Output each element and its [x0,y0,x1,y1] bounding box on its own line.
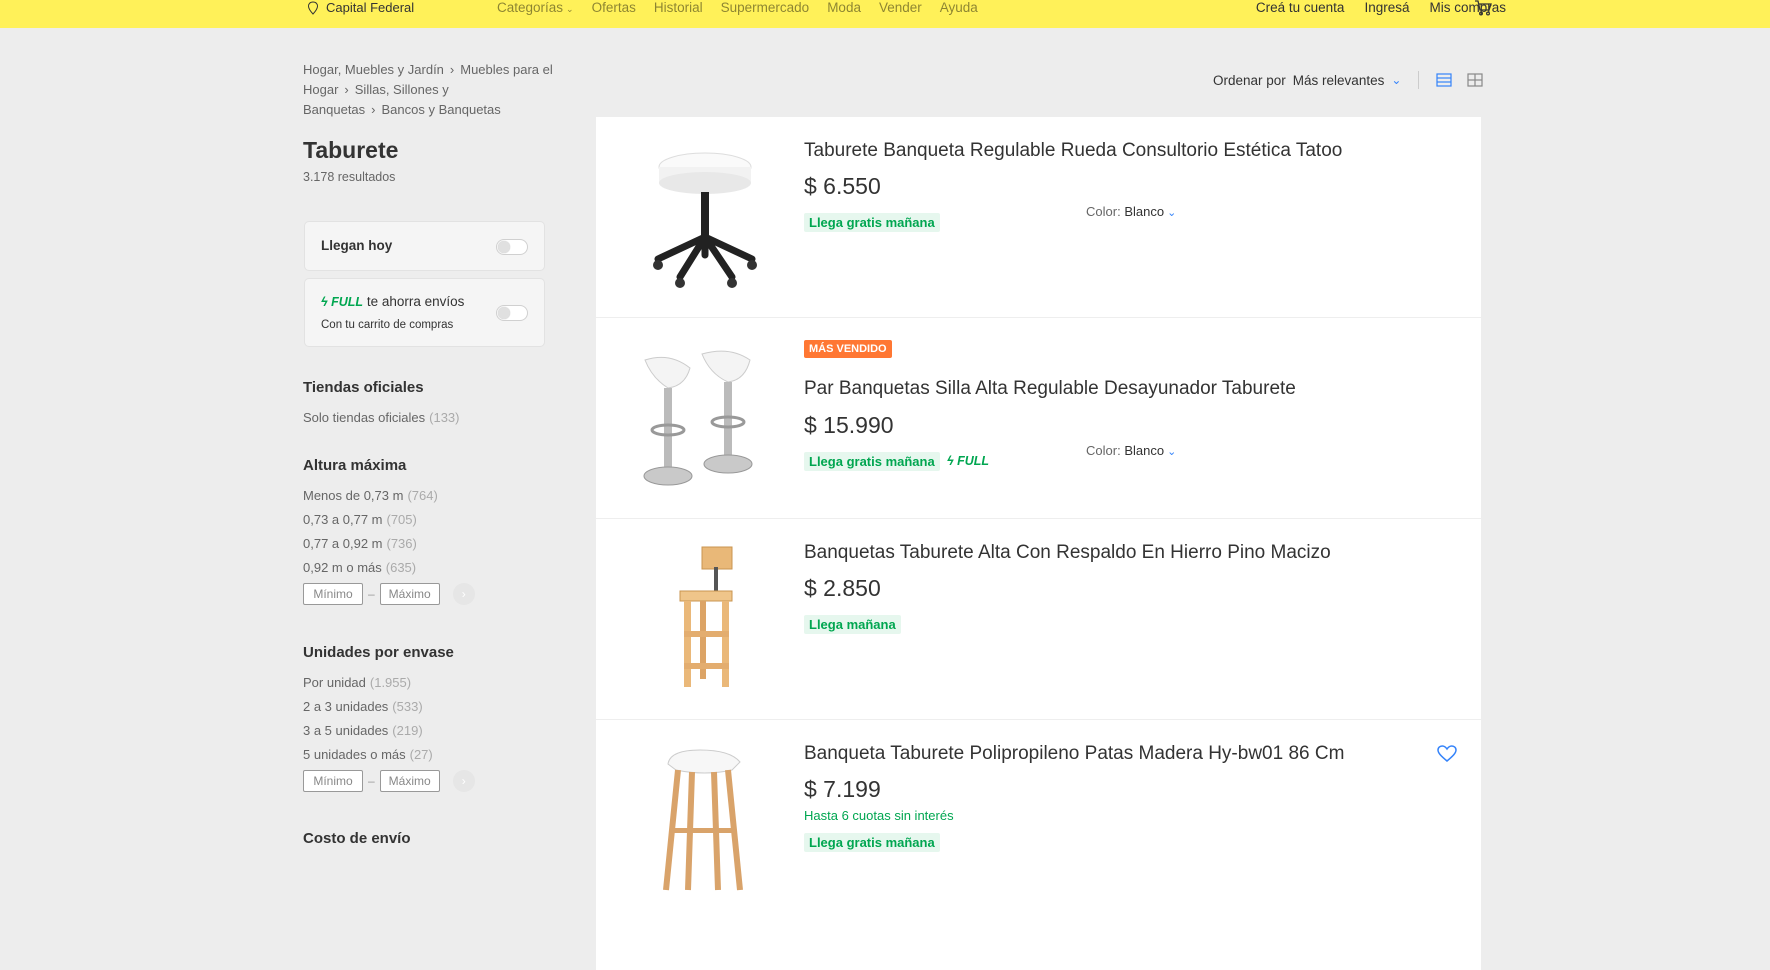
lightning-icon: ϟ [947,454,954,468]
top-header: Capital Federal Categorías ⌄ Ofertas Hist… [0,0,1770,28]
product-price: $ 2.850 [804,575,881,601]
stool-image[interactable] [640,137,770,297]
product-price: $ 15.990 [804,412,894,438]
full-badge: ϟ FULL [321,295,364,309]
chevron-down-icon: ⌄ [1167,446,1177,458]
product-title[interactable]: Banqueta Taburete Polipropileno Patas Ma… [804,743,1344,765]
cart-icon[interactable] [1474,0,1492,16]
color-variant[interactable]: Color: Blanco ⌄ [1086,204,1176,219]
chevron-down-icon: ⌄ [1167,207,1177,219]
filter-title-envio: Costo de envío [303,830,411,847]
grid-view-icon[interactable] [1467,73,1484,87]
product-card[interactable]: MÁS VENDIDO Par Banquetas Silla Alta Reg… [596,318,1481,519]
shipping-tag: Llega gratis mañana [804,452,940,471]
my-purchases-link[interactable]: Mis compras [1429,0,1506,15]
polypropylene-stool-image[interactable] [640,740,770,900]
chevron-right-icon: › [461,774,466,788]
product-price: $ 6.550 [804,173,881,199]
wooden-stool-image[interactable] [640,539,770,699]
heart-icon[interactable] [1437,745,1457,763]
apply-range-button[interactable]: › [452,583,475,605]
filter-option[interactable]: 0,77 a 0,92 m (736) [303,536,417,551]
product-card[interactable]: Taburete Banqueta Regulable Rueda Consul… [596,117,1481,318]
filter-title-tiendas: Tiendas oficiales [303,379,424,396]
color-variant[interactable]: Color: Blanco ⌄ [1086,443,1176,458]
filter-option[interactable]: 5 unidades o más (27) [303,747,433,762]
filter-option[interactable]: Menos de 0,73 m (764) [303,488,438,503]
sort-dropdown[interactable]: Más relevantes [1293,73,1385,88]
altura-range: Mínimo – Máximo › [303,583,475,605]
location-selector[interactable]: Capital Federal [306,0,414,15]
page-title: Taburete [303,137,399,163]
bar-stools-image[interactable] [640,338,770,498]
unidades-max-input[interactable]: Máximo [379,770,440,792]
create-account-link[interactable]: Creá tu cuenta [1256,0,1345,15]
breadcrumb: Hogar, Muebles y Jardín › Muebles para el … [303,60,573,120]
unidades-min-input[interactable]: Mínimo [303,770,363,792]
chevron-down-icon: ⌄ [566,4,574,14]
nav-ayuda[interactable]: Ayuda [940,0,978,15]
best-seller-badge: MÁS VENDIDO [804,340,892,358]
breadcrumb-item[interactable]: Bancos y Banquetas [382,102,501,117]
altura-max-input[interactable]: Máximo [379,583,440,605]
chevron-right-icon: › [449,62,455,77]
user-nav: Creá tu cuenta Ingresá Mis compras [1256,0,1506,15]
filter-option[interactable]: 3 a 5 unidades (219) [303,723,423,738]
chevron-right-icon: › [371,102,376,117]
nav-supermercado[interactable]: Supermercado [721,0,810,15]
chevron-right-icon: › [461,587,466,601]
apply-range-button[interactable]: › [452,770,475,792]
nav-moda[interactable]: Moda [827,0,861,15]
login-link[interactable]: Ingresá [1364,0,1409,15]
altura-min-input[interactable]: Mínimo [303,583,363,605]
results-list: Taburete Banqueta Regulable Rueda Consul… [596,117,1481,970]
full-filter-sub: Con tu carrito de compras [321,319,454,331]
llegan-hoy-label: Llegan hoy [321,238,393,253]
product-title[interactable]: Taburete Banqueta Regulable Rueda Consul… [804,140,1342,162]
main-nav: Categorías ⌄ Ofertas Historial Supermerca… [497,0,978,15]
nav-ofertas[interactable]: Ofertas [592,0,636,15]
filter-option[interactable]: 0,73 a 0,77 m (705) [303,512,417,527]
sort-divider [1418,71,1420,89]
shipping-tag: Llega gratis mañana [804,833,940,852]
product-title[interactable]: Par Banquetas Silla Alta Regulable Desay… [804,378,1296,400]
breadcrumb-item[interactable]: Hogar, Muebles y Jardín [303,62,444,77]
nav-vender[interactable]: Vender [879,0,922,15]
full-filter-label: ϟ FULL te ahorra envíos [321,294,465,309]
filter-option[interactable]: 0,92 m o más (635) [303,560,416,575]
location-pin-icon [307,0,319,15]
llegan-hoy-filter[interactable]: Llegan hoy [304,221,545,271]
nav-categorias[interactable]: Categorías ⌄ [497,0,574,15]
llegan-hoy-toggle[interactable] [496,239,528,255]
chevron-right-icon: › [344,82,349,97]
lightning-icon: ϟ [321,295,328,309]
sort-control: Ordenar por Más relevantes ⌄ [1213,71,1484,89]
full-badge: ϟ FULL [947,454,990,468]
shipping-tag: Llega mañana [804,615,901,634]
location-label: Capital Federal [326,0,415,15]
product-card[interactable]: Banqueta Taburete Polipropileno Patas Ma… [596,720,1481,970]
filter-option[interactable]: 2 a 3 unidades (533) [303,699,423,714]
list-view-icon[interactable] [1436,73,1453,87]
sort-label: Ordenar por [1213,72,1286,88]
full-filter[interactable]: ϟ FULL te ahorra envíos Con tu carrito d… [304,278,545,347]
filter-option[interactable]: Solo tiendas oficiales (133) [303,410,460,425]
product-card[interactable]: Banquetas Taburete Alta Con Respaldo En … [596,519,1481,720]
shipping-tag: Llega gratis mañana [804,213,940,232]
results-count: 3.178 resultados [303,170,396,184]
nav-historial[interactable]: Historial [654,0,703,15]
installments-text: Hasta 6 cuotas sin interés [804,808,954,823]
filter-title-unidades: Unidades por envase [303,644,454,661]
unidades-range: Mínimo – Máximo › [303,770,475,792]
chevron-down-icon[interactable]: ⌄ [1391,73,1401,87]
product-title[interactable]: Banquetas Taburete Alta Con Respaldo En … [804,542,1331,564]
filter-title-altura: Altura máxima [303,457,407,474]
full-toggle[interactable] [496,305,528,321]
product-price: $ 7.199 [804,776,881,802]
filter-option[interactable]: Por unidad (1.955) [303,675,411,690]
